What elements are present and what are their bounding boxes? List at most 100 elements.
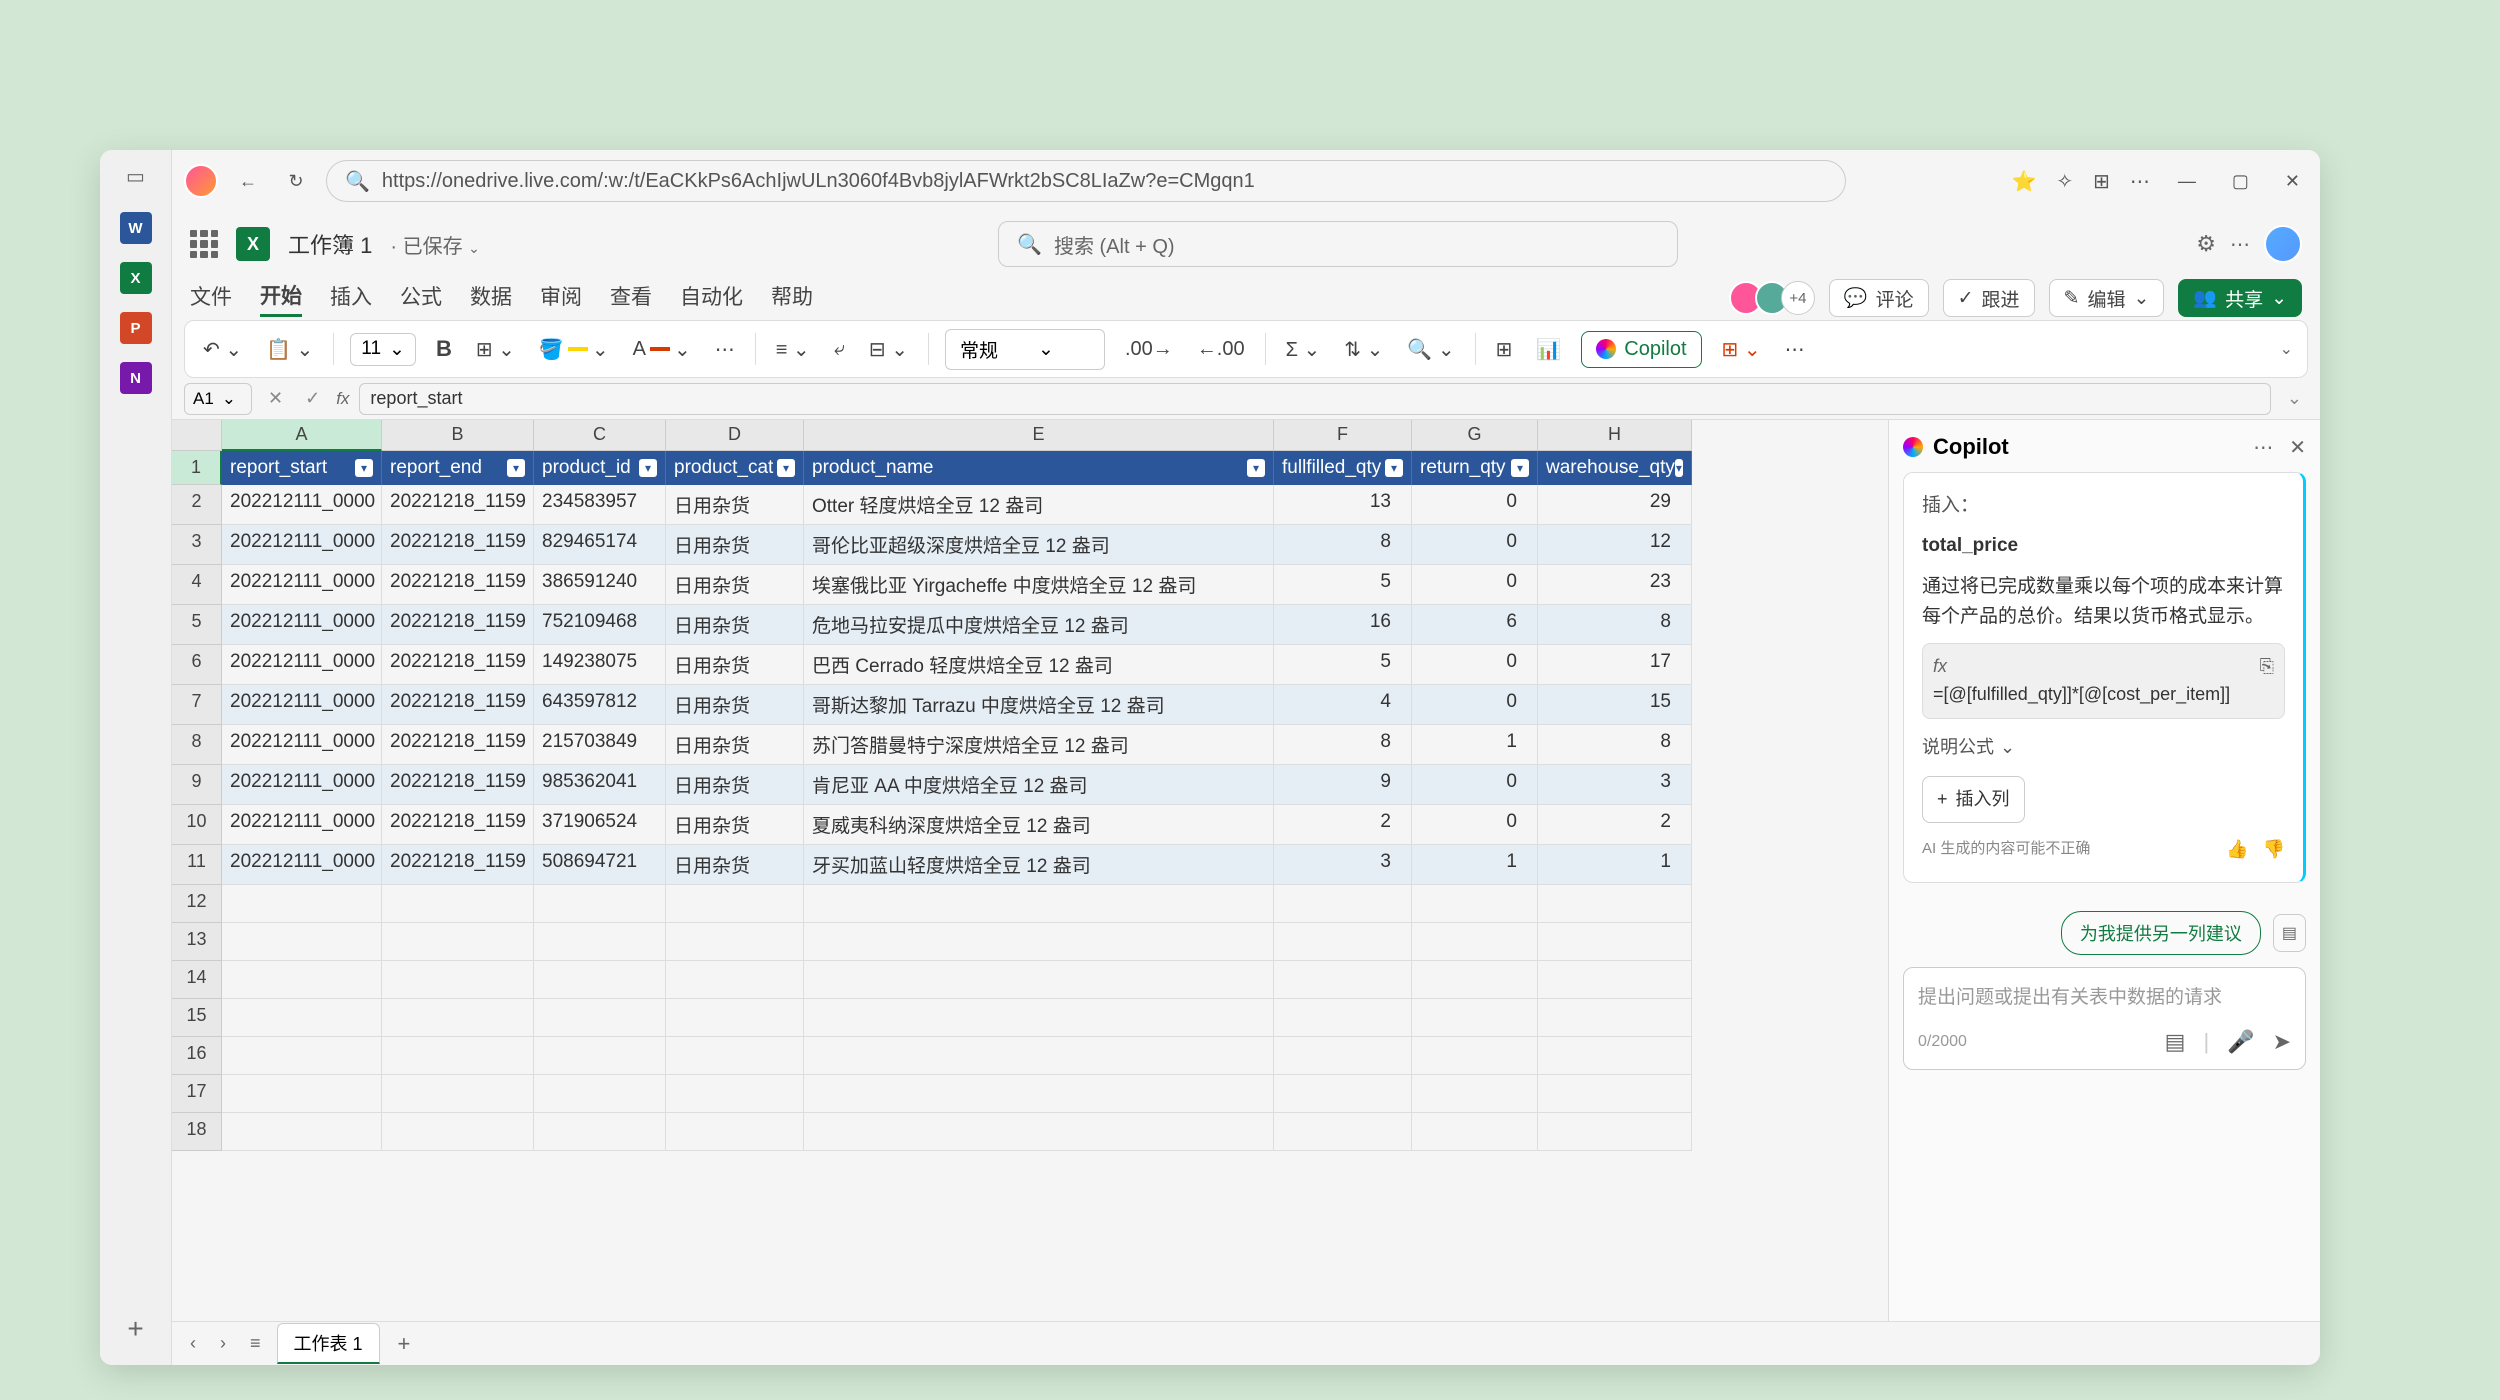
row-header-10[interactable]: 10 — [172, 805, 222, 845]
filter-icon[interactable]: ▾ — [1247, 459, 1265, 477]
empty-cell[interactable] — [222, 1037, 382, 1075]
col-header-F[interactable]: F — [1274, 420, 1412, 451]
empty-cell[interactable] — [1274, 1037, 1412, 1075]
empty-cell[interactable] — [804, 923, 1274, 961]
cancel-formula-icon[interactable]: ✕ — [262, 388, 289, 409]
row-header-17[interactable]: 17 — [172, 1075, 222, 1113]
cell[interactable]: 埃塞俄比亚 Yirgacheffe 中度烘焙全豆 12 盎司 — [804, 565, 1274, 605]
cell[interactable]: 20221218_1159 — [382, 845, 534, 885]
edit-button[interactable]: ✎ 编辑 ⌄ — [2049, 279, 2165, 317]
table-header[interactable]: product_name▾ — [804, 451, 1274, 485]
empty-cell[interactable] — [1274, 961, 1412, 999]
cell[interactable]: 1 — [1412, 725, 1538, 765]
profile-avatar[interactable] — [184, 164, 218, 198]
empty-cell[interactable] — [222, 885, 382, 923]
cell[interactable]: 20221218_1159 — [382, 685, 534, 725]
expand-formula-icon[interactable]: ⌄ — [2281, 388, 2308, 409]
filter-icon[interactable]: ▾ — [1675, 459, 1683, 477]
user-avatar[interactable] — [2264, 225, 2302, 263]
empty-cell[interactable] — [804, 999, 1274, 1037]
row-header-9[interactable]: 9 — [172, 765, 222, 805]
cell[interactable]: 0 — [1412, 805, 1538, 845]
empty-cell[interactable] — [666, 885, 804, 923]
empty-cell[interactable] — [382, 999, 534, 1037]
empty-cell[interactable] — [1412, 1075, 1538, 1113]
prev-sheet-button[interactable]: ‹ — [182, 1329, 204, 1358]
word-app-icon[interactable]: W — [120, 212, 152, 244]
cell[interactable]: 0 — [1412, 485, 1538, 525]
row-header-11[interactable]: 11 — [172, 845, 222, 885]
table-header[interactable]: product_cat▾ — [666, 451, 804, 485]
empty-cell[interactable] — [534, 999, 666, 1037]
cell[interactable]: 202212111_0000 — [222, 765, 382, 805]
row-header-14[interactable]: 14 — [172, 961, 222, 999]
fx-icon[interactable]: fx — [336, 389, 349, 409]
col-header-C[interactable]: C — [534, 420, 666, 451]
document-title[interactable]: 工作簿 1 — [288, 228, 372, 260]
cell[interactable]: 202212111_0000 — [222, 565, 382, 605]
settings-icon[interactable]: ⚙ — [2196, 231, 2216, 257]
cell[interactable]: 3 — [1538, 765, 1692, 805]
share-button[interactable]: 👥 共享 ⌄ — [2178, 279, 2302, 317]
empty-cell[interactable] — [1412, 961, 1538, 999]
attach-icon[interactable]: ▤ — [2165, 1029, 2186, 1055]
filter-icon[interactable]: ▾ — [355, 459, 373, 477]
cell[interactable]: 0 — [1412, 565, 1538, 605]
row-header-15[interactable]: 15 — [172, 999, 222, 1037]
cell[interactable]: 643597812 — [534, 685, 666, 725]
favorites-bar-icon[interactable]: ✧ — [2056, 169, 2073, 194]
fill-color-button[interactable]: 🪣 ⌄ — [535, 333, 613, 366]
cell[interactable]: 13 — [1274, 485, 1412, 525]
cell[interactable]: 829465174 — [534, 525, 666, 565]
empty-cell[interactable] — [1412, 885, 1538, 923]
empty-cell[interactable] — [222, 999, 382, 1037]
row-header-1[interactable]: 1 — [172, 451, 222, 485]
empty-cell[interactable] — [534, 1075, 666, 1113]
search-input[interactable]: 🔍 搜索 (Alt + Q) — [998, 221, 1678, 267]
insert-column-button[interactable]: + 插入列 — [1922, 776, 2025, 823]
add-sheet-button[interactable]: + — [388, 1331, 421, 1357]
powerpoint-app-icon[interactable]: P — [120, 312, 152, 344]
filter-icon[interactable]: ▾ — [507, 459, 525, 477]
col-header-B[interactable]: B — [382, 420, 534, 451]
explain-formula-button[interactable]: 说明公式 ⌄ — [1922, 733, 2285, 762]
cell[interactable]: 0 — [1412, 685, 1538, 725]
cell[interactable]: 202212111_0000 — [222, 685, 382, 725]
table-header[interactable]: product_id▾ — [534, 451, 666, 485]
empty-cell[interactable] — [1274, 1075, 1412, 1113]
row-header-5[interactable]: 5 — [172, 605, 222, 645]
decrease-decimal-button[interactable]: ←.00 — [1193, 334, 1249, 365]
format-table-button[interactable]: ⊞ ⌄ — [1718, 333, 1765, 366]
cell[interactable]: 日用杂货 — [666, 725, 804, 765]
empty-cell[interactable] — [222, 923, 382, 961]
cell[interactable]: Otter 轻度烘焙全豆 12 盎司 — [804, 485, 1274, 525]
col-header-E[interactable]: E — [804, 420, 1274, 451]
row-header-7[interactable]: 7 — [172, 685, 222, 725]
cell[interactable]: 8 — [1274, 725, 1412, 765]
empty-cell[interactable] — [382, 1113, 534, 1151]
font-color-button[interactable]: A ⌄ — [629, 333, 695, 366]
empty-cell[interactable] — [804, 961, 1274, 999]
maximize-button[interactable]: ▢ — [2224, 171, 2257, 192]
tab-insert[interactable]: 插入 — [330, 281, 372, 315]
empty-cell[interactable] — [1274, 999, 1412, 1037]
cell[interactable]: 日用杂货 — [666, 765, 804, 805]
cell[interactable]: 8 — [1274, 525, 1412, 565]
empty-cell[interactable] — [804, 885, 1274, 923]
empty-cell[interactable] — [534, 961, 666, 999]
cell[interactable]: 8 — [1538, 605, 1692, 645]
cell[interactable]: 9 — [1274, 765, 1412, 805]
cell[interactable]: 508694721 — [534, 845, 666, 885]
name-box[interactable]: A1 ⌄ — [184, 383, 252, 415]
cell[interactable]: 202212111_0000 — [222, 485, 382, 525]
track-button[interactable]: ✓ 跟进 — [1943, 279, 2035, 317]
empty-cell[interactable] — [1538, 1113, 1692, 1151]
empty-cell[interactable] — [222, 1075, 382, 1113]
tab-formulas[interactable]: 公式 — [400, 281, 442, 315]
tab-file[interactable]: 文件 — [190, 281, 232, 315]
cell[interactable]: 0 — [1412, 525, 1538, 565]
cell[interactable]: 202212111_0000 — [222, 805, 382, 845]
empty-cell[interactable] — [382, 923, 534, 961]
minimize-button[interactable]: — — [2170, 171, 2204, 192]
empty-cell[interactable] — [666, 999, 804, 1037]
